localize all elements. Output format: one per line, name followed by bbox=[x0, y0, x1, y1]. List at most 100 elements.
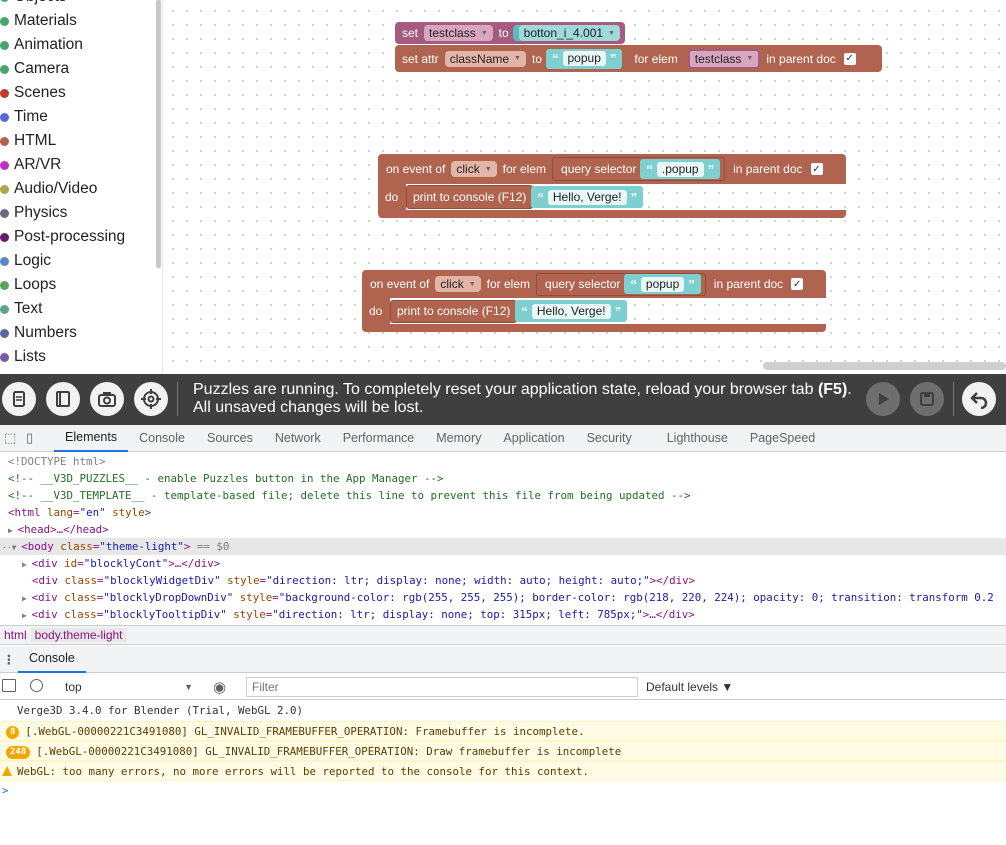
toolbox-category-materials[interactable]: Materials bbox=[0, 9, 125, 33]
toolbox-category-time[interactable]: Time bbox=[0, 105, 125, 129]
text-block-message[interactable]: “ Hello, Verge! ” bbox=[531, 186, 644, 208]
toolbox-category-ar-vr[interactable]: AR/VR bbox=[0, 153, 125, 177]
elem-variable-dropdown[interactable]: testclass ▼ bbox=[687, 48, 761, 69]
dom-body-node[interactable]: ··▼ <body class="theme-light"> == $0 bbox=[0, 538, 1006, 555]
selector-value[interactable]: popup bbox=[640, 276, 685, 292]
inspect-element-icon[interactable]: ⬚ bbox=[4, 430, 18, 446]
dom-div-node[interactable]: <div class="blocklyWidgetDiv" style="dir… bbox=[0, 572, 1006, 589]
dom-comment[interactable]: <!-- __V3D_TEMPLATE__ - template-based f… bbox=[0, 487, 1006, 504]
tab-network[interactable]: Network bbox=[264, 425, 332, 452]
log-levels-select[interactable]: Default levels ▼ bbox=[646, 677, 733, 697]
expand-arrow-icon[interactable]: ▶ bbox=[22, 611, 32, 620]
toolbox-category-html[interactable]: HTML bbox=[0, 129, 125, 153]
tab-memory[interactable]: Memory bbox=[425, 425, 492, 452]
sidebar-toggle-icon[interactable] bbox=[2, 679, 16, 692]
tab-pagespeed[interactable]: PageSpeed bbox=[739, 425, 826, 452]
toolbox-category-post-processing[interactable]: Post-processing bbox=[0, 225, 125, 249]
undo-button[interactable] bbox=[962, 382, 996, 416]
toolbox-category-numbers[interactable]: Numbers bbox=[0, 321, 125, 345]
app-button[interactable] bbox=[46, 382, 80, 416]
breadcrumb-body[interactable]: body.theme-light bbox=[30, 628, 127, 642]
context-select[interactable]: top ▼ bbox=[59, 677, 199, 697]
dom-html-node[interactable]: <html lang="en" style> bbox=[0, 504, 1006, 521]
text-block-popup[interactable]: “ popup ” bbox=[546, 48, 623, 69]
print-block-2[interactable]: print to console (F12) “ Hello, Verge! ” bbox=[390, 299, 628, 323]
in-parent-checkbox[interactable]: ✓ bbox=[843, 52, 856, 65]
expand-arrow-icon[interactable]: ▶ bbox=[22, 560, 32, 569]
workspace-horizontal-scrollbar[interactable] bbox=[763, 362, 1006, 370]
text-value[interactable]: popup bbox=[562, 51, 606, 66]
toolbox-category-objects[interactable]: Objects bbox=[0, 0, 125, 9]
target-button[interactable] bbox=[134, 382, 168, 416]
attr-value: "blocklyDropDownDiv" bbox=[103, 591, 234, 604]
tab-console-drawer[interactable]: Console bbox=[18, 646, 86, 673]
toolbox-category-animation[interactable]: Animation bbox=[0, 33, 125, 57]
clear-console-icon[interactable] bbox=[30, 679, 43, 692]
event-name: click bbox=[456, 162, 480, 176]
console-prompt[interactable]: > bbox=[0, 781, 1006, 801]
tab-console[interactable]: Console bbox=[128, 425, 196, 452]
print-block-1[interactable]: print to console (F12) “ Hello, Verge! ” bbox=[406, 185, 644, 209]
event-dropdown[interactable]: click ▼ bbox=[451, 161, 497, 177]
text-block-selector[interactable]: “ .popup ” bbox=[640, 159, 721, 179]
attr-dropdown[interactable]: className ▼ bbox=[444, 50, 526, 67]
toolbox-category-lists[interactable]: Lists bbox=[0, 345, 125, 369]
context-value: top bbox=[65, 680, 82, 694]
object-dropdown[interactable]: botton_i_4.001 ▼ bbox=[518, 25, 620, 41]
dom-div-node[interactable]: ▶ <div class="blocklyDropDownDiv" style=… bbox=[0, 589, 1006, 606]
more-tools-icon[interactable]: ⋮ bbox=[0, 652, 18, 667]
in-parent-checkbox[interactable]: ✓ bbox=[791, 278, 804, 290]
set-variable-block[interactable]: set testclass ▼ to botton_i_4.001 ▼ bbox=[395, 22, 625, 44]
to-label: to bbox=[531, 51, 542, 66]
dom-div-node[interactable]: ▶ <div class="blocklyTooltipDiv" style="… bbox=[0, 606, 1006, 623]
dom-comment[interactable]: <!-- __V3D_PUZZLES__ - enable Puzzles bu… bbox=[0, 470, 1006, 487]
console-filter-input[interactable] bbox=[246, 677, 638, 697]
blocks-workspace[interactable]: set testclass ▼ to botton_i_4.001 ▼ set … bbox=[163, 0, 1006, 374]
warning-icon bbox=[2, 766, 12, 776]
banner-key: (F5) bbox=[817, 381, 848, 398]
toolbox-category-physics[interactable]: Physics bbox=[0, 201, 125, 225]
on-event-block-2[interactable]: on event of click ▼ for elem query selec… bbox=[362, 270, 826, 334]
selector-value[interactable]: .popup bbox=[656, 161, 704, 177]
category-color-dot-icon bbox=[0, 328, 9, 338]
toolbox-category-audio-video[interactable]: Audio/Video bbox=[0, 177, 125, 201]
attr-name: style bbox=[233, 608, 266, 621]
tab-performance[interactable]: Performance bbox=[332, 425, 426, 452]
toolbox-category-logic[interactable]: Logic bbox=[0, 249, 125, 273]
toolbox-category-loops[interactable]: Loops bbox=[0, 273, 125, 297]
expand-arrow-icon[interactable]: ▶ bbox=[8, 526, 18, 535]
screenshot-button[interactable] bbox=[90, 382, 124, 416]
toolbox-category-camera[interactable]: Camera bbox=[0, 57, 125, 81]
device-toggle-icon[interactable]: ▯ bbox=[26, 430, 40, 446]
expand-arrow-icon[interactable]: ▶ bbox=[22, 594, 32, 603]
breadcrumb-html[interactable]: html bbox=[0, 628, 31, 642]
library-button[interactable] bbox=[2, 382, 36, 416]
message-value[interactable]: Hello, Verge! bbox=[531, 303, 611, 319]
save-button[interactable] bbox=[910, 382, 944, 416]
query-selector-block[interactable]: query selector “ .popup ” bbox=[552, 157, 726, 181]
message-value[interactable]: Hello, Verge! bbox=[547, 189, 627, 205]
tab-lighthouse[interactable]: Lighthouse bbox=[643, 425, 739, 452]
query-selector-block[interactable]: query selector “ popup ” bbox=[536, 272, 706, 296]
tab-sources[interactable]: Sources bbox=[196, 425, 264, 452]
dom-head-node[interactable]: ▶ <head>…</head> bbox=[0, 521, 1006, 538]
category-color-dot-icon bbox=[0, 280, 9, 290]
set-attr-block[interactable]: set attr className ▼ to “ popup ” for el… bbox=[395, 45, 882, 72]
run-button[interactable] bbox=[866, 382, 900, 416]
on-event-block-1[interactable]: on event of click ▼ for elem query selec… bbox=[378, 154, 846, 218]
text-block-selector[interactable]: “ popup ” bbox=[624, 274, 701, 294]
in-parent-checkbox[interactable]: ✓ bbox=[810, 163, 823, 175]
text-block-message[interactable]: “ Hello, Verge! ” bbox=[515, 300, 628, 322]
toolbox-scrollbar[interactable] bbox=[156, 0, 161, 268]
tab-security[interactable]: Security bbox=[576, 425, 643, 452]
dom-div-node[interactable]: ▶ <div id="blocklyCont">…</div> bbox=[0, 555, 1006, 572]
eye-icon[interactable]: ◉ bbox=[213, 678, 226, 696]
collapse-arrow-icon[interactable]: ··▼ bbox=[2, 543, 21, 552]
event-dropdown[interactable]: click ▼ bbox=[435, 276, 481, 292]
tab-elements[interactable]: Elements bbox=[54, 425, 129, 452]
tab-application[interactable]: Application bbox=[492, 425, 575, 452]
toolbox-category-scenes[interactable]: Scenes bbox=[0, 81, 125, 105]
variable-dropdown[interactable]: testclass ▼ bbox=[424, 25, 493, 41]
toolbox-category-text[interactable]: Text bbox=[0, 297, 125, 321]
dom-doctype[interactable]: <!DOCTYPE html> bbox=[0, 453, 1006, 470]
